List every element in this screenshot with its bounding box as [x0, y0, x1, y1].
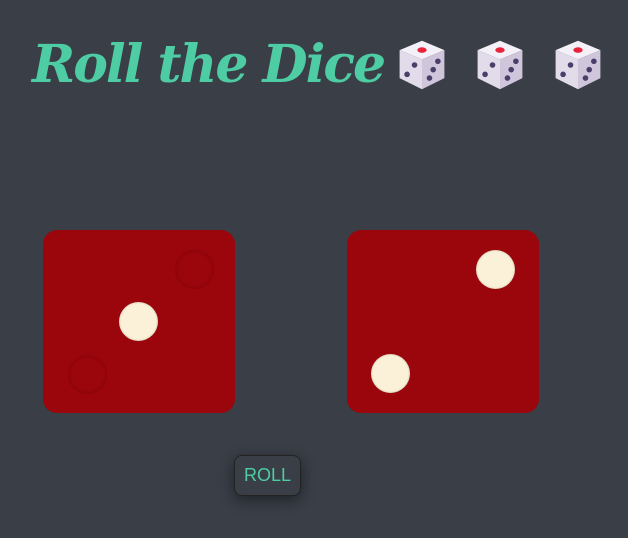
die-pip — [476, 250, 515, 289]
page-title: Roll the Dice — [32, 34, 386, 95]
left-die — [43, 230, 235, 413]
die-pip — [371, 354, 410, 393]
roll-button[interactable]: ROLL — [234, 455, 301, 496]
right-die — [347, 230, 539, 413]
faded-pip — [175, 250, 214, 289]
faded-pip — [68, 355, 107, 394]
dice-emoji-icon — [555, 40, 601, 90]
title-dice-group — [394, 37, 606, 93]
dice-emoji-icon — [399, 40, 445, 90]
dice-emoji-icon — [477, 40, 523, 90]
header: Roll the Dice — [32, 30, 606, 100]
die-pip — [119, 302, 158, 341]
